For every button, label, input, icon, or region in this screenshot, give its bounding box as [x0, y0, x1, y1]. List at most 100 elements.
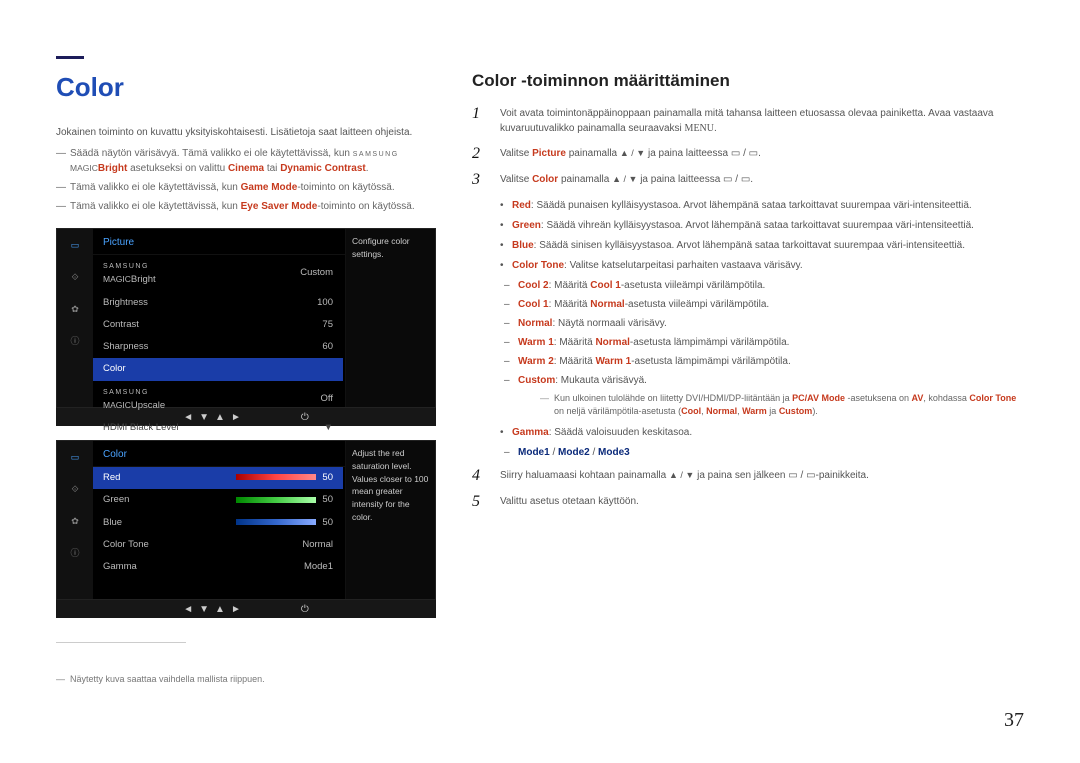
- step-text: ja paina laitteessa: [645, 148, 731, 159]
- tip-text: -asetuksena on: [845, 393, 912, 403]
- hl: Custom: [779, 406, 813, 416]
- hl: Warm: [742, 406, 767, 416]
- display-icon: ▭: [65, 449, 85, 467]
- row-value: 75: [322, 318, 333, 332]
- hl: Normal: [590, 299, 624, 310]
- osd-sidebar: ▭ ⟐ ✿ ⓘ: [57, 229, 93, 407]
- note-item: Tämä valikko ei ole käytettävissä, kun G…: [56, 180, 436, 195]
- divider: [56, 642, 186, 643]
- osd-color: ▭ ⟐ ✿ ⓘ Color Red50 Green50 Blue50 Color…: [56, 440, 436, 600]
- hl: Color Tone: [969, 393, 1016, 403]
- steps: 4 Siirry haluamaasi kohtaan painamalla ▲…: [472, 468, 1024, 510]
- step-number: 4: [472, 468, 486, 484]
- bullet-item: Green: Säädä vihreän kylläisyystasoa. Ar…: [500, 218, 1024, 233]
- osd-row: Brightness100: [93, 292, 343, 314]
- hl-blue: Mode3: [598, 447, 630, 458]
- hl: Eye Saver Mode: [241, 201, 318, 212]
- step-text: painamalla: [558, 174, 612, 185]
- osd-main: Picture SAMSUNGMAGICBrightCustom Brightn…: [93, 229, 435, 407]
- row-label: Brightness: [103, 296, 148, 310]
- hl: Custom: [518, 375, 555, 386]
- slider-blue: [236, 519, 316, 525]
- step-body: Valittu asetus otetaan käyttöön.: [500, 494, 1024, 509]
- info-icon: ⓘ: [65, 333, 85, 351]
- hl: Cool 1: [590, 280, 621, 291]
- step-text: .: [714, 123, 717, 134]
- note-text: asetukseksi on valittu: [127, 163, 228, 174]
- sub-text: : Määritä: [549, 280, 591, 291]
- row-label: Red: [103, 471, 120, 485]
- hl: Blue: [512, 240, 534, 251]
- header-accent: [56, 56, 84, 59]
- row-value: 50: [322, 472, 333, 483]
- sub-text: -asetusta lämpimämpi värilämpötila.: [631, 356, 791, 367]
- tip-text: Kun ulkoinen tulolähde on liitetty DVI/H…: [554, 393, 792, 403]
- page-content: Color Jokainen toiminto on kuvattu yksit…: [56, 48, 1024, 687]
- row-label: Color: [103, 362, 126, 376]
- hl: Color Tone: [512, 260, 564, 271]
- settings-icon: ✿: [65, 513, 85, 531]
- note-item: Tämä valikko ei ole käytettävissä, kun E…: [56, 199, 436, 214]
- hl: Normal: [595, 337, 629, 348]
- step-number: 2: [472, 146, 486, 162]
- settings-icon: ✿: [65, 301, 85, 319]
- hl: Warm 1: [595, 356, 631, 367]
- hl: Warm 1: [518, 337, 554, 348]
- step-number: 3: [472, 172, 486, 188]
- row-label: HDMI Black Level: [103, 421, 179, 435]
- magic-brand-small: SAMSUNG: [103, 263, 149, 270]
- button-icons: ▭ / ▭: [731, 148, 758, 159]
- bullet-item: Red: Säädä punaisen kylläisyystasoa. Arv…: [500, 198, 1024, 213]
- arrow-icons: ▲ / ▼: [612, 174, 637, 184]
- sub-text: : Määritä: [549, 299, 591, 310]
- step-5: 5 Valittu asetus otetaan käyttöön.: [472, 494, 1024, 510]
- sub-bullet: Cool 1: Määritä Normal-asetusta viileämp…: [500, 297, 1024, 312]
- hl: Color: [532, 174, 558, 185]
- bullet-text: : Säädä valoisuuden keskitasoa.: [549, 427, 692, 438]
- page-number: 37: [1004, 705, 1024, 735]
- info-icon: ⓘ: [65, 545, 85, 563]
- step-text: Valitse: [500, 148, 532, 159]
- menu-word: MENU: [685, 123, 714, 134]
- step-2: 2 Valitse Picture painamalla ▲ / ▼ ja pa…: [472, 146, 1024, 162]
- row-label: Bright: [131, 274, 156, 285]
- bullet-text: : Säädä vihreän kylläisyystasoa. Arvot l…: [541, 220, 974, 231]
- sub-text: : Määritä: [554, 356, 596, 367]
- sub-text: : Mukauta värisävyä.: [555, 375, 647, 386]
- nav-left-icon: ◄: [183, 602, 193, 617]
- note-text: Säädä näytön värisävyä. Tämä valikko ei …: [70, 148, 353, 159]
- step-text: .: [750, 174, 753, 185]
- note-text: Tämä valikko ei ole käytettävissä, kun: [70, 201, 241, 212]
- osd-row: Green50: [93, 489, 343, 511]
- row-label: Blue: [103, 516, 122, 530]
- step-number: 5: [472, 494, 486, 510]
- step-text: -painikkeita.: [816, 470, 869, 481]
- bullet-text: : Valitse katselutarpeitasi parhaiten va…: [564, 260, 803, 271]
- footnote: Näytetty kuva saattaa vaihdella mallista…: [56, 673, 436, 687]
- step-text: Siirry haluamaasi kohtaan painamalla: [500, 470, 669, 481]
- osd-picture: ▭ ⟐ ✿ ⓘ Picture SAMSUNGMAGICBrightCustom…: [56, 228, 436, 408]
- hl: Bright: [98, 163, 127, 174]
- osd-row: Contrast75: [93, 314, 343, 336]
- magic-brand: MAGIC: [103, 274, 131, 284]
- button-icons: ▭ / ▭: [723, 174, 750, 185]
- hl: Cool 1: [518, 299, 549, 310]
- step-3: 3 Valitse Color painamalla ▲ / ▼ ja pain…: [472, 172, 1024, 188]
- arrow-icons: ▲ / ▼: [669, 470, 694, 480]
- hl: Picture: [532, 148, 566, 159]
- sub-bullet: Cool 2: Määritä Cool 1-asetusta viileämp…: [500, 278, 1024, 293]
- hl: Game Mode: [241, 182, 298, 193]
- section-title: Color -toiminnon määrittäminen: [472, 68, 1024, 94]
- magic-brand: MAGIC: [70, 163, 98, 173]
- arrow-icons: ▲ / ▼: [620, 148, 645, 158]
- tip-text: on neljä värilämpötila-asetusta (: [554, 406, 681, 416]
- sub-text: -asetusta viileämpi värilämpötila.: [625, 299, 770, 310]
- step-4: 4 Siirry haluamaasi kohtaan painamalla ▲…: [472, 468, 1024, 484]
- hl-blue: Mode2: [558, 447, 590, 458]
- osd-row: SAMSUNGMAGICUpscaleOff: [93, 381, 343, 418]
- osd-row-selected: Color: [93, 358, 343, 380]
- button-icons: ▭ / ▭: [788, 470, 815, 481]
- hl: Cinema: [228, 163, 264, 174]
- hl: PC/AV Mode: [792, 393, 845, 403]
- row-label: Color Tone: [103, 538, 149, 552]
